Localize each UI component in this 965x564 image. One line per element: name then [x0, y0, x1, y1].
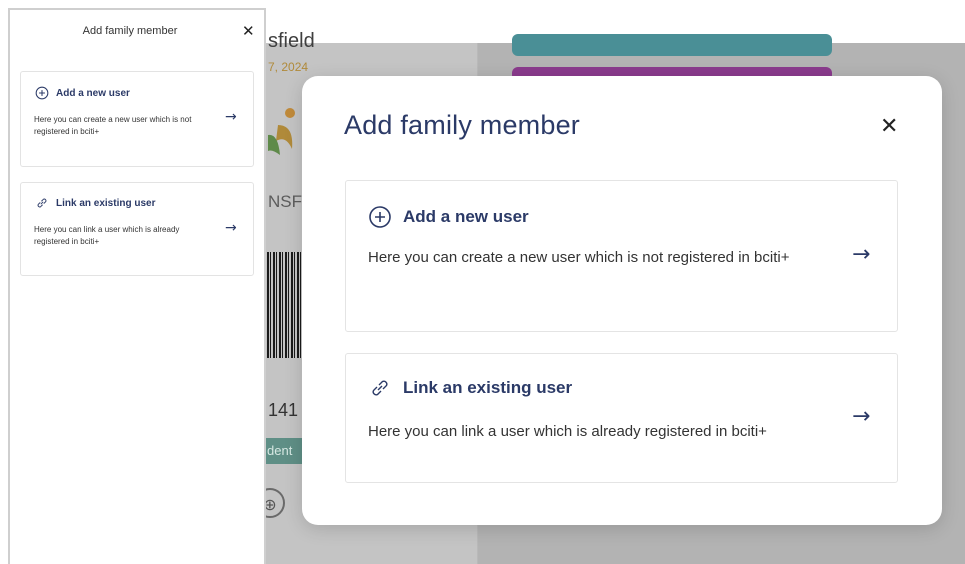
plus-circle-icon	[369, 206, 391, 228]
option-header: Add a new user	[368, 205, 529, 229]
background-name-text: sfield	[268, 30, 315, 52]
option-header: Link an existing user	[368, 376, 572, 400]
plus-circle-icon	[35, 86, 49, 100]
side-panel-header: Add family member ✕	[10, 10, 264, 56]
option-title: Add a new user	[403, 207, 529, 226]
close-icon[interactable]: ✕	[880, 114, 898, 139]
background-date-text: 7, 2024	[268, 60, 309, 74]
option-link-existing-user[interactable]: Link an existing user Here you can link …	[345, 353, 898, 483]
arrow-right-icon[interactable]: →	[852, 242, 870, 267]
side-option-description: Here you can link a user which is alread…	[34, 225, 180, 246]
arrow-right-icon[interactable]: →	[225, 220, 237, 236]
option-add-new-user[interactable]: Add a new user Here you can create a new…	[345, 180, 898, 332]
background-logo-icon	[268, 108, 295, 155]
background-barcode	[267, 252, 302, 358]
side-option-description: Here you can create a new user which is …	[34, 115, 192, 136]
side-option-header: Add a new user	[35, 86, 130, 100]
link-icon	[37, 198, 47, 208]
side-panel-title: Add family member	[82, 25, 178, 37]
close-icon[interactable]: ✕	[242, 22, 255, 40]
option-title: Link an existing user	[403, 378, 573, 397]
background-teal-button	[512, 34, 832, 56]
side-option-header: Link an existing user	[35, 196, 155, 210]
link-icon	[372, 380, 388, 396]
arrow-right-icon[interactable]: →	[225, 109, 237, 125]
background-logo-text: NSFI	[268, 192, 307, 211]
option-description: Here you can create a new user which is …	[368, 249, 790, 266]
add-family-member-modal: Add family member ✕ Add a new user Here …	[302, 76, 942, 525]
side-panel: Add family member ✕ Add a new user Here …	[8, 8, 266, 564]
modal-title: Add family member	[344, 110, 580, 140]
option-description: Here you can link a user which is alread…	[368, 423, 767, 440]
side-option-link-existing-user[interactable]: Link an existing user Here you can link …	[20, 182, 254, 276]
side-option-add-new-user[interactable]: Add a new user Here you can create a new…	[20, 71, 254, 167]
background-member-number: 141	[268, 400, 299, 420]
side-option-title: Link an existing user	[56, 197, 156, 209]
background-status-badge: dent	[265, 438, 305, 464]
arrow-right-icon[interactable]: →	[852, 404, 870, 429]
side-option-title: Add a new user	[56, 87, 130, 99]
